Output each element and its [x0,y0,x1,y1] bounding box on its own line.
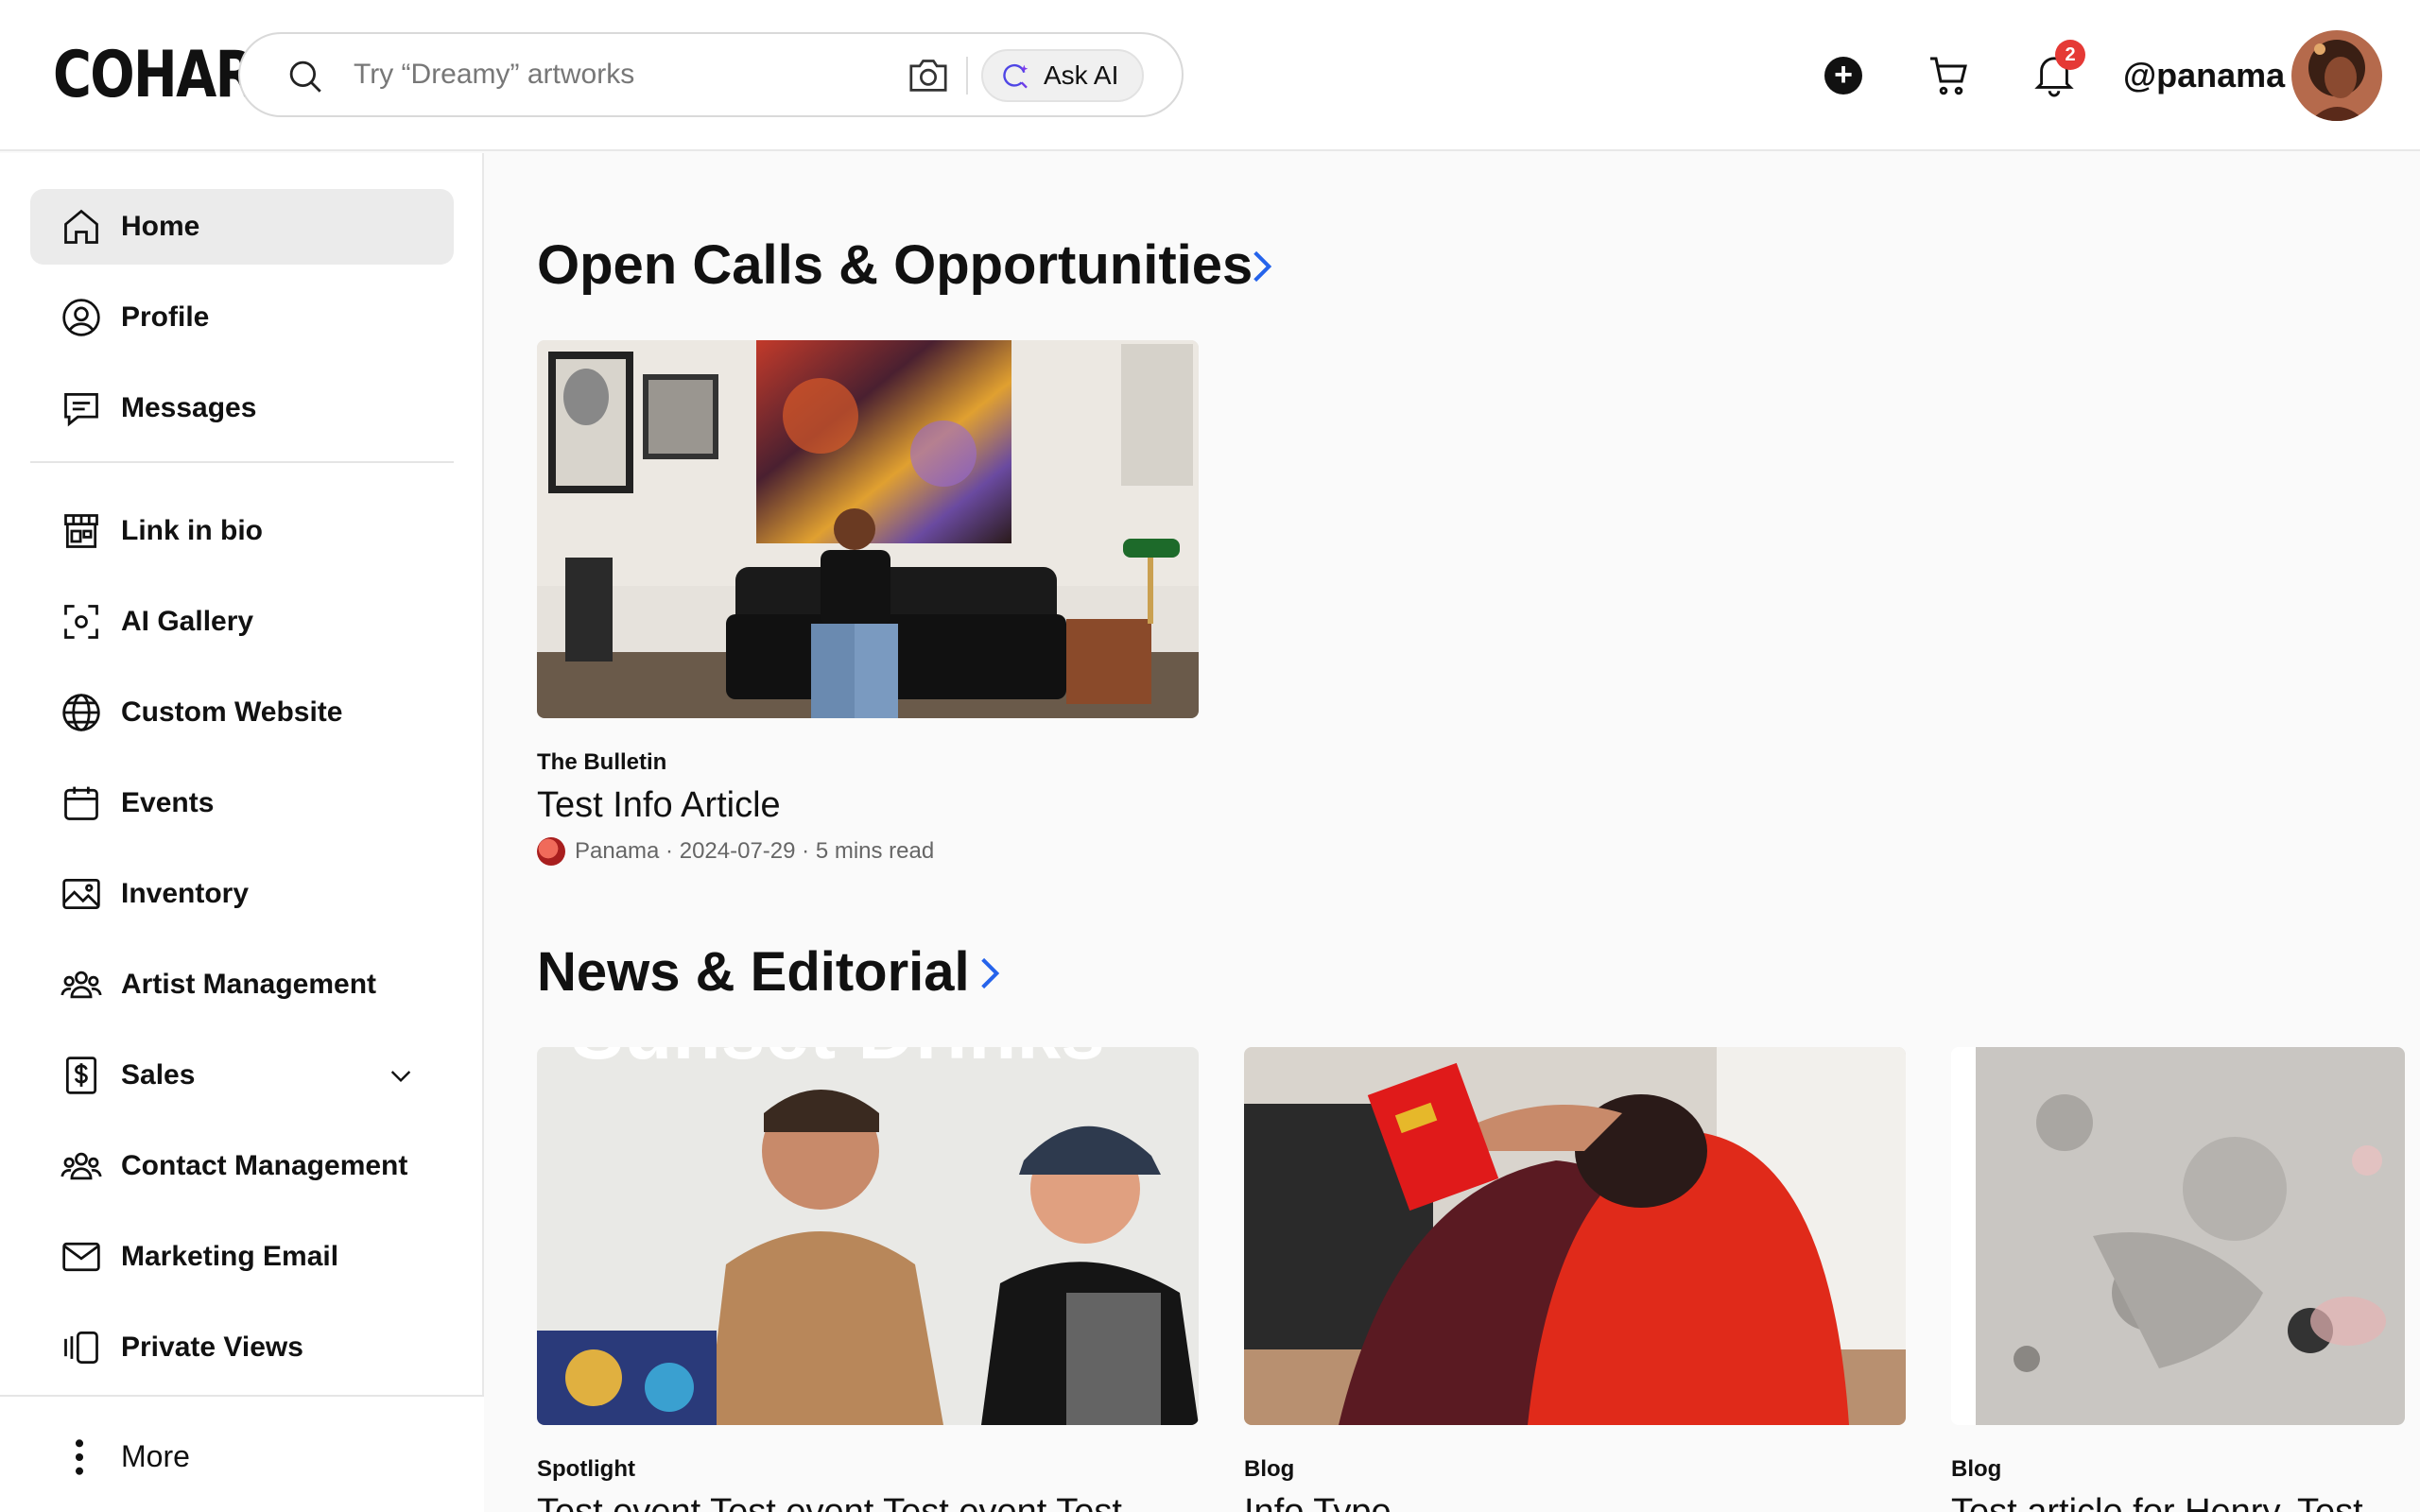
chevron-right-icon[interactable] [976,953,1004,994]
article-meta: Panama · 2024-07-29 · 5 mins read [537,837,1199,866]
sidebar-item-label: Events [121,787,215,818]
article-image[interactable] [1244,1047,1906,1425]
users-icon [60,971,102,999]
article-image[interactable]: Sunset Drinks [537,1047,1199,1425]
article-card[interactable]: Sunset Drinks Spotlight Test event Test … [537,1047,1199,1512]
article-category: Blog [1244,1456,1295,1482]
ask-ai-button[interactable]: Ask AI [981,49,1144,102]
article-card[interactable]: Blog Test article for Henry. Test [1951,1047,2420,1512]
sidebar-item-profile[interactable]: Profile [30,280,454,355]
sidebar-item-label: Marketing Email [121,1241,339,1272]
article-card[interactable]: Blog Info Type [1244,1047,1906,1512]
globe-icon [62,694,100,731]
profile-icon [62,299,100,336]
mail-icon [62,1242,100,1272]
private-views-icon [64,1332,98,1364]
sidebar-item-sales[interactable]: Sales [30,1038,454,1113]
storefront-icon [64,514,98,548]
article-category: The Bulletin [537,749,667,775]
ask-ai-label: Ask AI [1044,60,1119,90]
sidebar-item-label: Sales [121,1059,196,1091]
sidebar-more[interactable]: More [0,1395,484,1512]
sidebar-item-label: Private Views [121,1332,303,1363]
article-category: Blog [1951,1456,2002,1482]
sidebar-item-contact-management[interactable]: Contact Management [30,1128,454,1204]
more-vertical-icon [75,1439,84,1475]
sidebar-item-label: Custom Website [121,696,343,728]
sidebar-item-label: Messages [121,392,257,423]
article-category: Spotlight [537,1456,635,1482]
sidebar-item-artist-management[interactable]: Artist Management [30,947,454,1022]
article-title[interactable]: Test article for Henry. Test [1951,1489,2420,1512]
main-content: Open Calls & Opportunities The Bulletin … [486,153,2420,1512]
more-label: More [121,1439,190,1473]
home-icon [64,209,98,244]
sidebar-divider [30,461,454,463]
notification-badge: 2 [2055,40,2085,70]
article-title[interactable]: Test event Test event Test event Test [537,1489,1199,1512]
scan-icon [64,605,98,639]
search-divider [966,57,968,94]
users-icon [60,1152,102,1180]
article-title[interactable]: Info Type [1244,1489,1906,1512]
sidebar-item-label: Link in bio [121,515,263,546]
user-avatar[interactable] [2291,30,2382,121]
sidebar-item-events[interactable]: Events [30,765,454,841]
image-overlay-text: Sunset Drinks [571,1047,1105,1075]
search-bar[interactable]: Try “Dreamy” artworks Ask AI [238,32,1184,117]
section-title-open-calls[interactable]: Open Calls & Opportunities [537,232,1253,299]
camera-icon[interactable] [908,56,949,94]
ai-sparkle-icon [1003,63,1028,89]
sidebar-item-label: AI Gallery [121,606,254,637]
sidebar-item-inventory[interactable]: Inventory [30,856,454,932]
chevron-right-icon[interactable] [1248,246,1276,287]
top-header: COHART Try “Dreamy” artworks Ask AI + 2 … [0,0,2420,151]
search-icon [289,60,321,93]
sidebar-item-label: Artist Management [121,969,377,1000]
sidebar: Home Profile Messages Link in bio AI Gal… [0,153,484,1512]
section-title-news-editorial[interactable]: News & Editorial [537,939,970,1005]
sidebar-item-messages[interactable]: Messages [30,370,454,446]
username-label[interactable]: @panama [2123,53,2285,98]
sidebar-item-home[interactable]: Home [30,189,454,265]
calendar-icon [64,786,98,820]
cart-icon[interactable] [1927,53,1972,98]
sidebar-item-link-in-bio[interactable]: Link in bio [30,493,454,569]
create-plus-button[interactable]: + [1824,57,1862,94]
author-avatar [537,837,565,866]
sidebar-item-label: Profile [121,301,210,333]
chevron-down-icon[interactable] [386,1060,416,1091]
sidebar-item-label: Contact Management [121,1150,408,1181]
article-card[interactable]: The Bulletin Test Info Article Panama · … [537,340,1199,866]
sidebar-item-custom-website[interactable]: Custom Website [30,675,454,750]
messages-icon [64,392,98,427]
image-icon [62,878,100,910]
dollar-document-icon [65,1057,97,1094]
article-title[interactable]: Test Info Article [537,782,1199,828]
sidebar-item-ai-gallery[interactable]: AI Gallery [30,584,454,660]
article-image[interactable] [1951,1047,2405,1425]
sidebar-item-marketing-email[interactable]: Marketing Email [30,1219,454,1295]
sidebar-item-label: Home [121,211,200,242]
sidebar-item-label: Inventory [121,878,250,909]
article-image[interactable] [537,340,1199,718]
search-input[interactable]: Try “Dreamy” artworks [354,34,634,115]
sidebar-item-private-views[interactable]: Private Views [30,1310,454,1385]
article-meta-text: Panama · 2024-07-29 · 5 mins read [575,838,935,864]
